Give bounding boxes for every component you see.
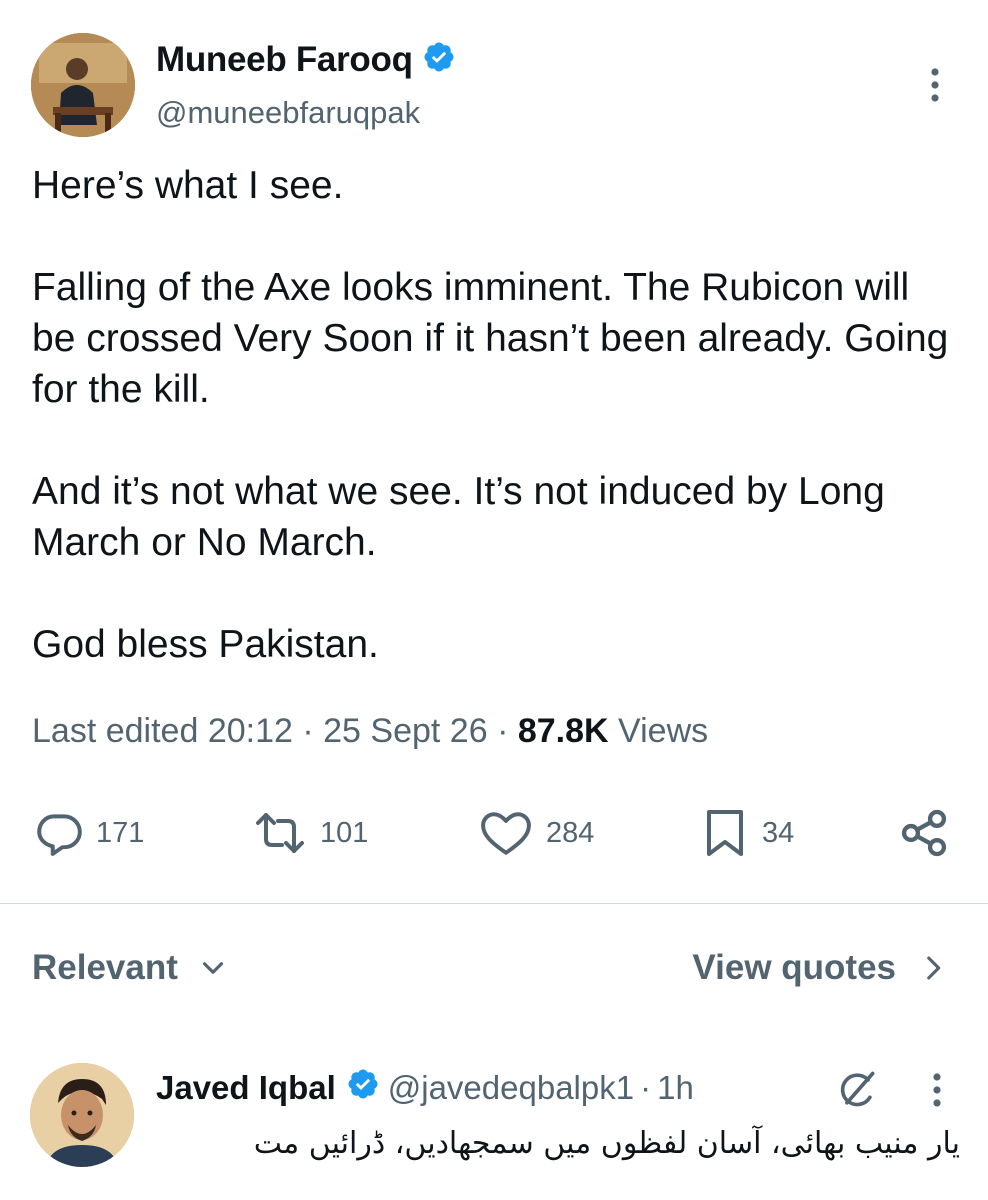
bookmark-icon (707, 810, 743, 856)
share-button[interactable] (898, 808, 962, 858)
meta-separator: · (640, 1069, 652, 1106)
reply-text: یار منیب بھائی، آسان لفظوں میں سمجھادیں،… (253, 1126, 960, 1161)
share-icon (901, 809, 947, 857)
bookmark-button[interactable]: 34 (700, 808, 794, 858)
tweet-time[interactable]: 20:12 (208, 712, 293, 750)
views-count[interactable]: 87.8K (518, 712, 609, 750)
reply-count: 171 (96, 816, 145, 849)
tweet-text: Here’s what I see. Falling of the Axe lo… (32, 160, 962, 670)
view-quotes-link[interactable]: View quotes (692, 948, 950, 988)
reply-time[interactable]: 1h (657, 1069, 694, 1107)
grok-icon[interactable] (836, 1068, 880, 1117)
tweet-date[interactable]: 25 Sept 26 (323, 712, 487, 750)
verified-badge-icon[interactable] (346, 1067, 380, 1109)
reply-header: Javed Iqbal @javedeqbalpk1 · 1h (156, 1067, 694, 1109)
chevron-right-icon (927, 956, 941, 980)
reply-author-avatar[interactable] (30, 1063, 134, 1167)
tweet-meta: Last edited 20:12 · 25 Sept 26 · 87.8K V… (32, 712, 708, 751)
more-vertical-icon[interactable] (922, 1070, 952, 1115)
retweet-count: 101 (320, 816, 369, 849)
edited-label[interactable]: Last edited (32, 712, 198, 750)
tweet-paragraph: And it’s not what we see. It’s not induc… (32, 470, 885, 564)
avatar-image (30, 1063, 134, 1167)
avatar-image (31, 33, 135, 137)
like-count: 284 (546, 816, 595, 849)
meta-separator: · (302, 712, 314, 750)
chevron-down-icon (202, 962, 223, 974)
reply-icon (37, 814, 82, 856)
retweet-button[interactable]: 101 (252, 808, 368, 858)
author-avatar[interactable] (31, 33, 135, 137)
verified-badge-icon[interactable] (422, 40, 456, 83)
tweet-paragraph: Falling of the Axe looks imminent. The R… (32, 266, 949, 411)
tweet-paragraph: Here’s what I see. (32, 164, 344, 207)
author-handle[interactable]: @muneebfaruqpak (156, 95, 420, 131)
retweet-icon (256, 813, 304, 853)
author-name-row[interactable]: Muneeb Farooq (156, 40, 456, 83)
section-divider (0, 903, 988, 904)
sort-label: Relevant (32, 948, 178, 987)
reply-button[interactable]: 171 (34, 808, 144, 858)
heart-icon (481, 812, 531, 855)
reply-author-name[interactable]: Javed Iqbal (156, 1069, 336, 1107)
meta-separator: · (497, 712, 509, 750)
sort-replies-dropdown[interactable]: Relevant (32, 948, 230, 988)
more-vertical-icon[interactable] (920, 65, 950, 105)
bookmark-count: 34 (762, 816, 795, 849)
author-name[interactable]: Muneeb Farooq (156, 40, 413, 79)
reply-author-handle[interactable]: @javedeqbalpk1 (388, 1069, 634, 1107)
tweet-paragraph: God bless Pakistan. (32, 623, 379, 666)
views-label[interactable]: Views (618, 712, 708, 750)
like-button[interactable]: 284 (478, 808, 594, 858)
view-quotes-label: View quotes (692, 948, 896, 987)
